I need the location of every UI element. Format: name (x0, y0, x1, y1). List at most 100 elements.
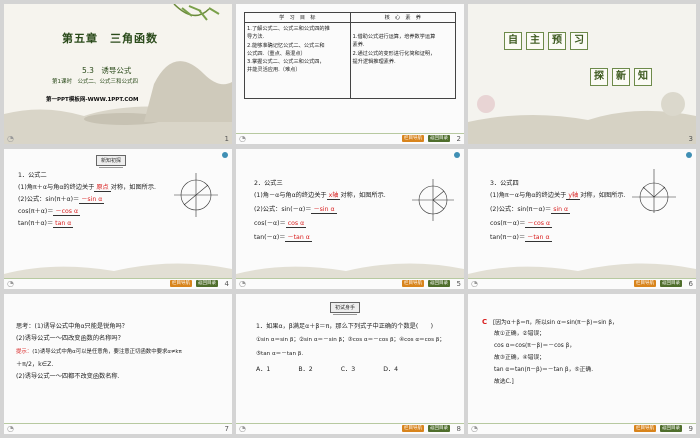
table-header: 学 习 目 标 (244, 12, 351, 23)
formula-line: tan(－α)＝ －tan α (254, 234, 312, 242)
nav-button[interactable]: 栏目导航 (170, 280, 192, 287)
slide-footer: ◔ 栏目导航 返回目录 (468, 278, 696, 289)
slide-footer: ◔ 栏目导航 返回目录 (236, 133, 464, 144)
landscape-decoration (468, 92, 696, 144)
table-line: 提升逻辑推理素养. (352, 58, 396, 65)
table-line: 1.了解公式二、公式三和公式四的推 (247, 26, 330, 32)
answer-choices: A．1 B．2 C．3 D．4 (256, 364, 398, 373)
slide-footer: ◔ 栏目导航 返回目录 (236, 278, 464, 289)
back-button[interactable]: 返回目录 (196, 280, 218, 287)
nav-button[interactable]: 栏目导航 (402, 135, 424, 142)
slide-thumbnail-6[interactable]: 3．公式四 (1)角π－α与角α的终边关于 y轴 对称，如图所示. (2)公式：si… (468, 149, 696, 289)
speech-bubble-icon: ◔ (239, 424, 246, 433)
nav-button[interactable]: 栏目导航 (402, 280, 424, 287)
slide-number: 9 (688, 425, 693, 433)
formula-line: cos(－α)＝ cos α (254, 220, 307, 228)
speech-bubble-icon: ◔ (239, 279, 246, 288)
solution-line: cos α＝cos(π－β)＝－cos β， (494, 343, 576, 349)
formula-line: (1)角π＋α与角α的终边关于 原点 对称，如图所示. (18, 184, 156, 192)
title-tiles-row-2: 探 新 知 (590, 68, 652, 86)
back-button[interactable]: 返回目录 (660, 280, 682, 287)
slide-thumbnail-7[interactable]: 思考：(1)诱导公式中角α只能是锐角吗？ (2)诱导公式一～四改变函数的名称吗？… (4, 294, 232, 434)
formula-line: (1)角π－α与角α的终边关于 y轴 对称，如图所示. (490, 192, 626, 200)
slide-footer: ◔ 栏目导航 返回目录 (236, 423, 464, 434)
section-badge: 初试身手 (330, 302, 361, 315)
unit-circle-figure (174, 173, 218, 217)
slide-thumbnail-5[interactable]: 2．公式三 (1)角－α与角α的终边关于 x轴 对称，如图所示. (2)公式：sin… (236, 149, 464, 289)
unit-circle-figure (412, 179, 454, 221)
options-line: ①sin α＝sin β；②sin α＝－sin β；③cos α＝－cos β… (256, 337, 445, 343)
formula-line: tan(π－α)＝ －tan α (490, 234, 552, 242)
nav-button[interactable]: 栏目导航 (634, 425, 656, 432)
slide-footer: ◔ 栏目导航 返回目录 (4, 278, 232, 289)
back-button[interactable]: 返回目录 (660, 425, 682, 432)
formula-line: cos(π－α)＝ －cos α (490, 220, 553, 228)
table-header: 核 心 素 养 (349, 12, 456, 23)
back-button[interactable]: 返回目录 (428, 135, 450, 142)
formula-line: (2)公式：sin(π＋α)＝ －sin α (18, 196, 105, 204)
marker-dot-icon (686, 152, 692, 158)
slide-number: 6 (688, 280, 693, 288)
slide-thumbnail-9[interactable]: C [因为α＋β＝π，所以sin α＝sin(π－β)＝sin β， 故①正确，… (468, 294, 696, 434)
table-line: 导方法. (247, 34, 265, 41)
title-tile: 探 (590, 68, 608, 86)
table-line: 并能灵活应用.（难点） (247, 67, 301, 74)
formula-title: 1．公式二 (18, 172, 47, 179)
speech-bubble-icon: ◔ (7, 424, 14, 433)
title-tile: 主 (526, 32, 544, 50)
table-cell: 1.了解公式二、公式三和公式四的推 导方法. 2.能够准确记忆公式二、公式三和 … (244, 22, 351, 99)
table-line: 2.通过公式的变形进行化简和证明， (352, 50, 436, 57)
formula-line: (1)角－α与角α的终边关于 x轴 对称，如图所示. (254, 192, 386, 200)
slide-thumbnail-8[interactable]: 初试身手 1．如果α，β满足α＋β＝π，那么下列式子中正确的个数是( ) ①si… (236, 294, 464, 434)
table-line: 素养. (352, 42, 365, 49)
solution-line: 故③正确，④错误； (494, 355, 545, 361)
answer-choice[interactable]: B．2 (298, 364, 312, 373)
nav-button[interactable]: 栏目导航 (402, 425, 424, 432)
section-title: 5.3 诱导公式 (82, 66, 132, 75)
slide-number: 4 (224, 280, 229, 288)
solution-line: 故①正确，②错误； (494, 331, 545, 337)
slide-number: 1 (224, 135, 229, 143)
solution-line: C [因为α＋β＝π，所以sin α＝sin(π－β)＝sin β， (482, 318, 618, 326)
answer-choice[interactable]: D．4 (383, 364, 398, 373)
marker-dot-icon (454, 152, 460, 158)
title-tile: 习 (570, 32, 588, 50)
title-tile: 自 (504, 32, 522, 50)
answer-choice[interactable]: A．1 (256, 364, 270, 373)
slide-footer: ◔ 栏目导航 返回目录 (468, 423, 696, 434)
unit-circle-figure (632, 169, 676, 213)
nav-button[interactable]: 栏目导航 (634, 280, 656, 287)
hint-line: 提示：(1)诱导公式中角α可以是任意角，要注意正切函数中要求α≠kπ (16, 349, 182, 355)
hint-line: (2)诱导公式一～四都不改变函数名称. (16, 373, 120, 380)
section-badge: 新知初探 (96, 155, 127, 168)
formula-line: (2)公式：sin(π－α)＝ sin α (490, 206, 571, 214)
answer-choice[interactable]: C．3 (341, 364, 355, 373)
slide-number: 7 (224, 425, 229, 433)
table-cell: 1.借助公式进行运算，培养数学运算 素养. 2.通过公式的变形进行化简和证明， … (349, 22, 456, 99)
slide-thumbnail-1[interactable]: 第五章 三角函数 5.3 诱导公式 第1课时 公式二、公式三和公式四 第一PPT… (4, 4, 232, 144)
table-line: 1.借助公式进行运算，培养数学运算 (352, 34, 436, 40)
speech-bubble-icon: ◔ (471, 279, 478, 288)
question-line: (2)诱导公式一～四改变函数的名称吗？ (16, 335, 124, 342)
title-tile: 预 (548, 32, 566, 50)
formula-title: 3．公式四 (490, 180, 519, 187)
solution-line: 故选C.] (494, 379, 514, 385)
objectives-table: 学 习 目 标 核 心 素 养 1.了解公式二、公式三和公式四的推 导方法. 2… (244, 12, 456, 99)
back-button[interactable]: 返回目录 (428, 280, 450, 287)
formula-line: cos(π＋α)＝ －cos α (18, 208, 81, 216)
slide-number: 2 (456, 135, 461, 143)
speech-bubble-icon: ◔ (7, 279, 14, 288)
slide-thumbnail-3[interactable]: 自 主 预 习 探 新 知 3 (468, 4, 696, 144)
speech-bubble-icon: ◔ (239, 134, 246, 143)
slide-thumbnail-4[interactable]: 新知初探 1．公式二 (1)角π＋α与角α的终边关于 原点 对称，如图所示. (2)… (4, 149, 232, 289)
chapter-title: 第五章 三角函数 (62, 32, 158, 45)
slide-thumbnail-2[interactable]: 学 习 目 标 核 心 素 养 1.了解公式二、公式三和公式四的推 导方法. 2… (236, 4, 464, 144)
title-tile: 知 (634, 68, 652, 86)
question-line: 思考：(1)诱导公式中角α只能是锐角吗？ (16, 323, 128, 330)
back-button[interactable]: 返回目录 (428, 425, 450, 432)
speech-bubble-icon: ◔ (7, 134, 14, 143)
slide-number: 8 (456, 425, 461, 433)
table-line: 3.掌握公式二、公式三和公式四， (247, 59, 325, 66)
lesson-subtitle: 第1课时 公式二、公式三和公式四 (52, 79, 139, 85)
formula-line: (2)公式：sin(－α)＝ －sin α (254, 206, 337, 214)
